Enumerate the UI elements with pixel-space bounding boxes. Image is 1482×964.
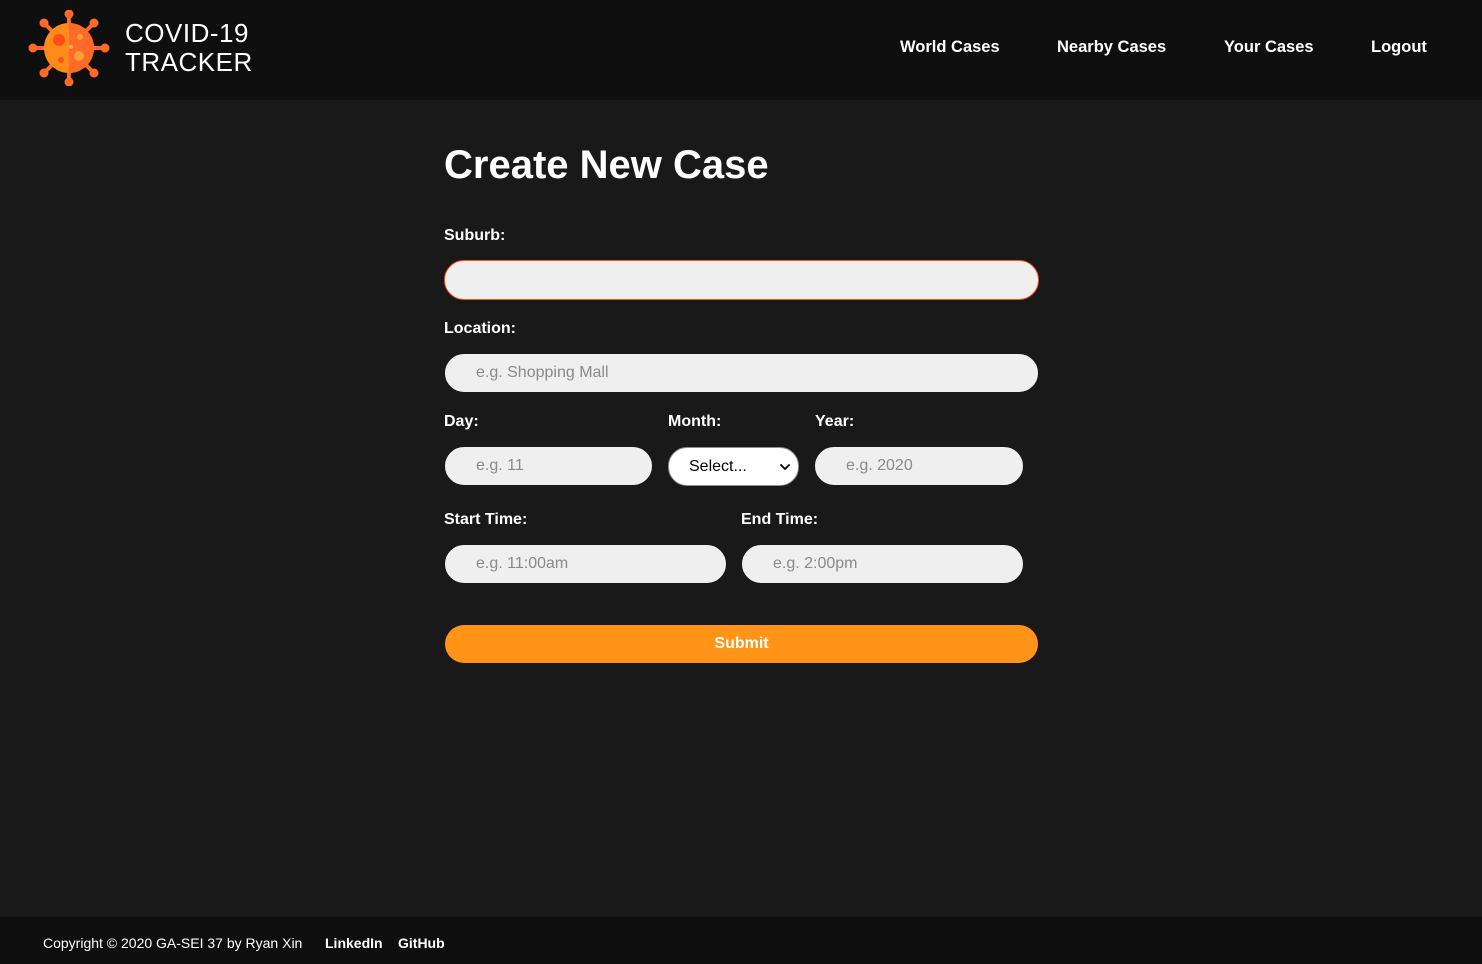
end-time-label: End Time: [741,511,819,528]
start-time-label: Start Time: [444,511,528,528]
submit-button[interactable]: Submit [445,625,1038,663]
month-select-value: Select... [689,457,747,475]
month-label: Month: [668,413,722,430]
end-time-input[interactable] [742,545,1023,583]
brand-line-2: TRACKER [125,47,253,77]
suburb-input[interactable] [444,260,1039,300]
day-input[interactable] [445,447,652,485]
nav-nearby-cases[interactable]: Nearby Cases [1057,38,1166,62]
linkedin-link[interactable]: LinkedIn [325,935,383,951]
chevron-down-icon [780,464,790,470]
footer: Copyright © 2020 GA-SEI 37 by Ryan Xin L… [0,917,1482,964]
suburb-label: Suburb: [444,227,506,244]
top-navbar: COVID-19 TRACKER World Cases Nearby Case… [0,0,1482,100]
brand-home-link[interactable]: COVID-19 TRACKER [27,10,253,86]
start-time-input[interactable] [445,545,726,583]
github-link[interactable]: GitHub [398,935,445,951]
brand-line-1: COVID-19 [125,18,249,48]
year-label: Year: [815,413,855,430]
month-select[interactable]: Select... [668,447,799,486]
day-label: Day: [444,413,479,430]
nav-world-cases[interactable]: World Cases [900,38,1000,62]
virus-icon [28,10,110,86]
location-input[interactable] [445,354,1038,392]
copyright-text: Copyright © 2020 GA-SEI 37 by Ryan Xin [43,935,303,951]
location-label: Location: [444,320,516,337]
year-input[interactable] [815,447,1023,485]
nav-your-cases[interactable]: Your Cases [1224,38,1314,62]
brand-name: COVID-19 TRACKER [125,19,253,77]
page-title: Create New Case [444,143,769,187]
nav-logout[interactable]: Logout [1371,38,1427,62]
